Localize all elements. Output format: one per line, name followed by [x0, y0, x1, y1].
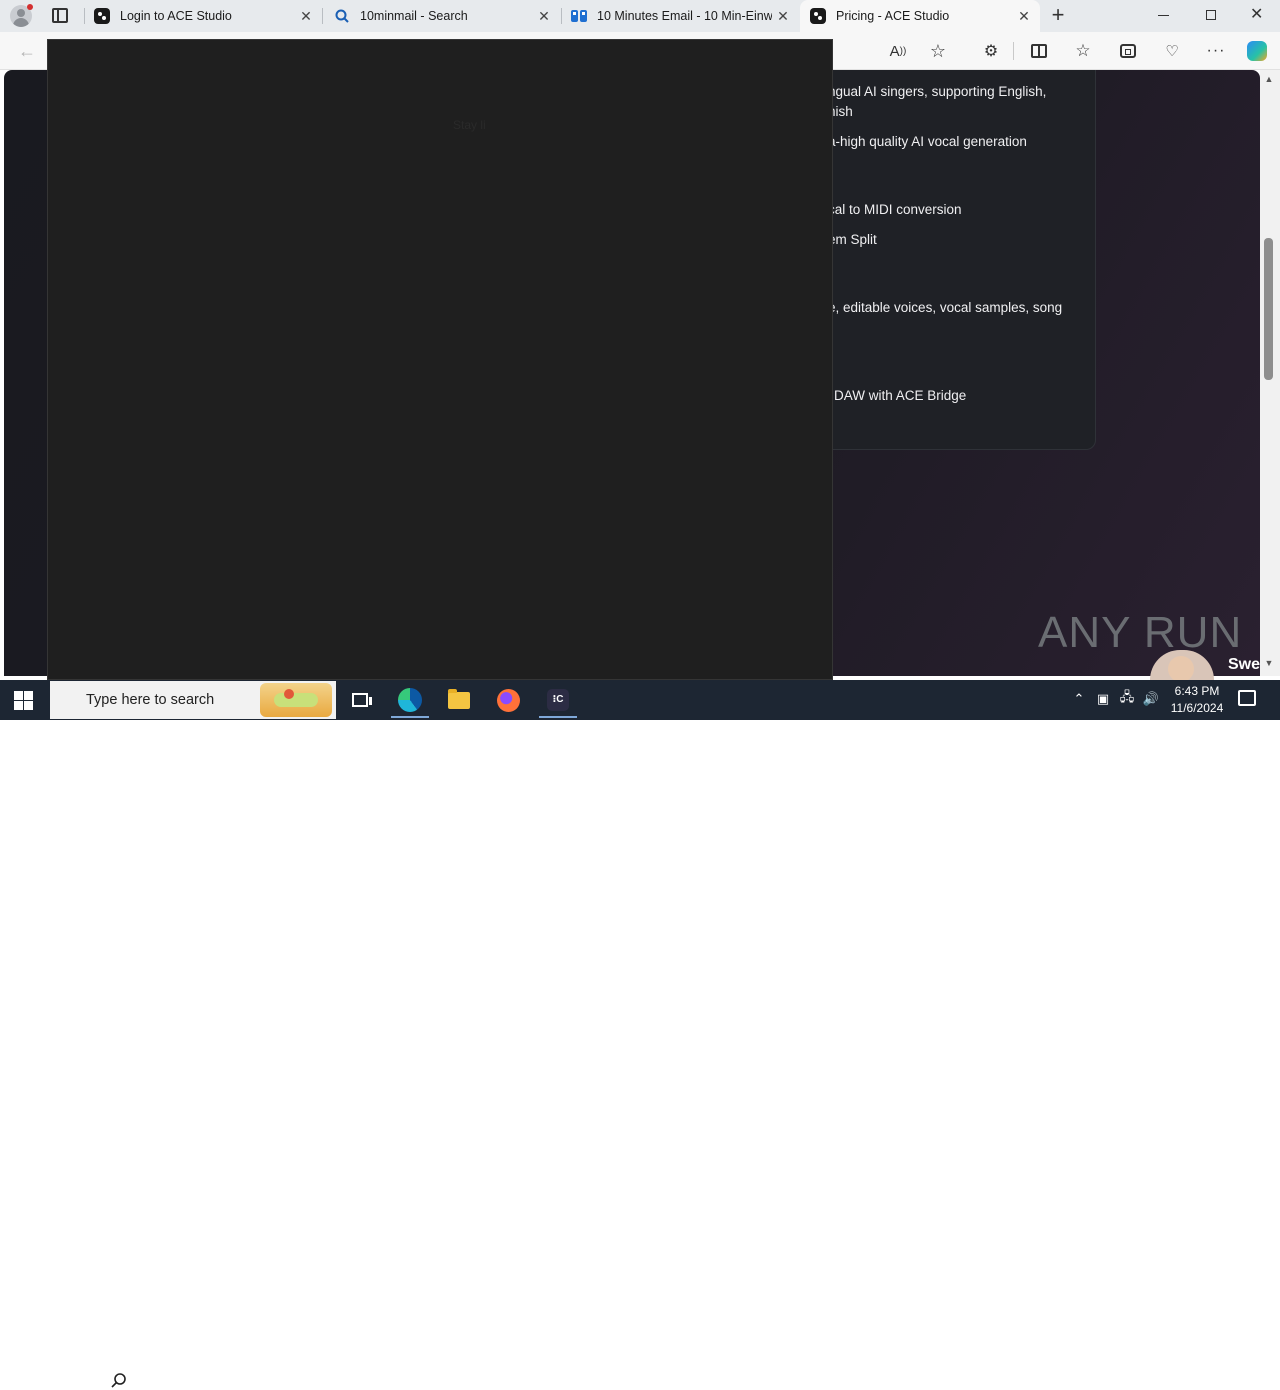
close-tab-icon[interactable]: ✕	[1016, 8, 1032, 24]
feature-item: DAW with ACE Bridge	[834, 388, 967, 403]
ace-active-indicator	[539, 716, 577, 718]
ace-studio-taskbar-icon[interactable]: ⁝C	[537, 684, 579, 716]
more-menu-icon[interactable]: ···	[1205, 40, 1227, 62]
network-icon[interactable]: 🖧	[1118, 689, 1136, 708]
restore-button[interactable]	[1206, 10, 1216, 20]
minimize-button[interactable]	[1158, 15, 1169, 16]
tenminmail-icon	[571, 10, 587, 22]
back-icon[interactable]: ←	[16, 40, 38, 62]
extensions-icon[interactable]: ⚙	[980, 40, 1002, 62]
clock-date: 11/6/2024	[1170, 701, 1224, 715]
search-icon	[335, 9, 349, 23]
favorite-star-icon[interactable]: ☆	[927, 40, 949, 62]
close-tab-icon[interactable]: ✕	[298, 8, 314, 24]
tab-pricing-ace-studio[interactable]: Pricing - ACE Studio ✕	[800, 0, 1040, 32]
copilot-icon[interactable]	[1246, 40, 1268, 62]
windows-start-icon[interactable]	[14, 691, 34, 711]
ace-studio-icon	[810, 8, 826, 24]
volume-icon[interactable]: 🔊	[1142, 690, 1160, 708]
edge-browser-icon[interactable]	[389, 684, 431, 716]
scroll-thumb[interactable]	[1264, 238, 1273, 380]
ace-studio-icon	[94, 8, 110, 24]
collections-icon[interactable]	[1117, 40, 1139, 62]
close-tab-icon[interactable]: ✕	[775, 8, 791, 24]
favorites-icon[interactable]: ☆	[1072, 40, 1094, 62]
feature-item: a-high quality AI vocal generation	[828, 134, 1027, 149]
tab-title: Pricing - ACE Studio	[836, 9, 950, 23]
taskbar-clock[interactable]: 6:43 PM 11/6/2024	[1164, 683, 1230, 717]
read-aloud-icon[interactable]: A))	[887, 40, 909, 62]
device-tray-icon[interactable]: ▣	[1094, 690, 1112, 708]
overlay-faint-text: Stay li	[453, 118, 486, 132]
toolbar-divider	[1013, 42, 1014, 60]
tab-strip: Login to ACE Studio ✕ 10minmail - Search…	[0, 0, 1280, 32]
scroll-up-arrow[interactable]: ▲	[1263, 74, 1275, 84]
split-screen-icon[interactable]	[1028, 40, 1050, 62]
feature-item: ngual AI singers, supporting English,	[828, 84, 1047, 99]
firefox-icon[interactable]	[487, 684, 529, 716]
search-icon	[111, 1373, 126, 1388]
task-view-icon[interactable]	[339, 684, 381, 716]
tab-actions-icon[interactable]	[52, 8, 68, 23]
feature-item: em Split	[828, 232, 877, 247]
tab-10-minutes-email[interactable]: 10 Minutes Email - 10 Min-Einwe ✕	[561, 0, 799, 32]
notification-dot	[27, 4, 33, 10]
file-explorer-icon[interactable]	[438, 684, 480, 716]
search-highlight-image	[260, 683, 332, 717]
show-hidden-icons[interactable]: ⌃	[1070, 690, 1088, 708]
tab-title: 10minmail - Search	[360, 9, 468, 23]
search-placeholder: Type here to search	[86, 692, 215, 708]
overlay-dialog[interactable]	[47, 39, 833, 680]
close-tab-icon[interactable]: ✕	[536, 8, 552, 24]
tab-login-ace-studio[interactable]: Login to ACE Studio ✕	[84, 0, 322, 32]
tab-title: 10 Minutes Email - 10 Min-Einwe	[597, 9, 772, 23]
clock-time: 6:43 PM	[1174, 684, 1220, 698]
browser-essentials-icon[interactable]: ♡	[1161, 40, 1183, 62]
feature-item: cal to MIDI conversion	[828, 202, 962, 217]
corner-text: Swe	[1228, 656, 1261, 673]
tab-10minmail-search[interactable]: 10minmail - Search ✕	[322, 0, 560, 32]
edge-active-indicator	[391, 716, 429, 718]
close-window-button[interactable]: ✕	[1250, 7, 1264, 23]
feature-item: nish	[828, 104, 853, 119]
tab-title: Login to ACE Studio	[120, 9, 232, 23]
notifications-icon[interactable]	[1238, 690, 1256, 706]
anyrun-watermark: ANY RUN	[1038, 608, 1242, 658]
scroll-down-arrow[interactable]: ▼	[1263, 658, 1275, 668]
new-tab-button[interactable]: +	[1048, 3, 1068, 27]
feature-item: e, editable voices, vocal samples, song	[828, 300, 1063, 315]
watermark-text: ANY RUN	[1038, 608, 1243, 657]
